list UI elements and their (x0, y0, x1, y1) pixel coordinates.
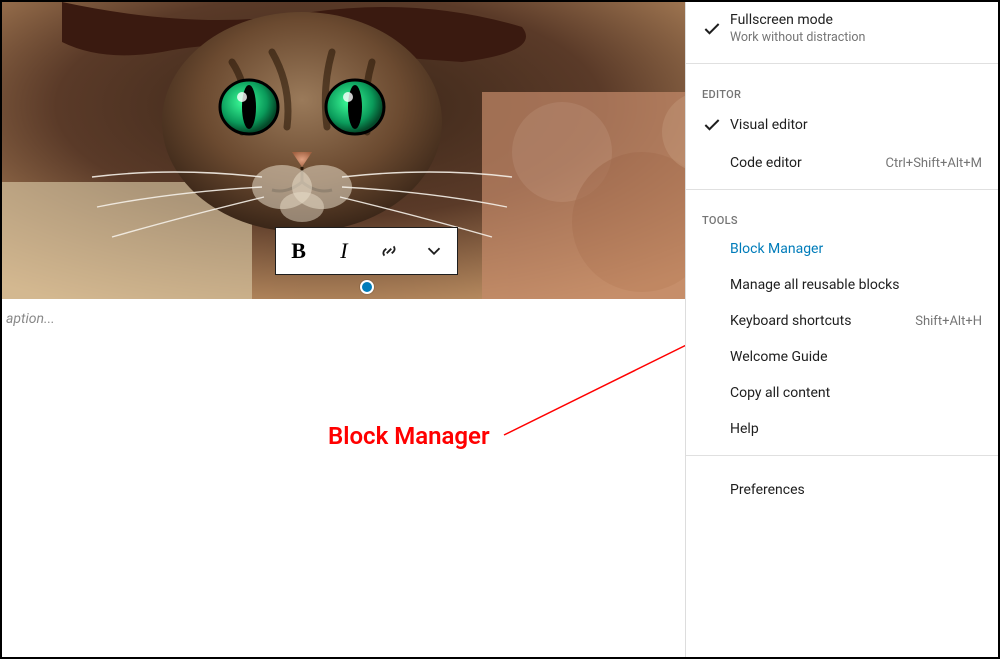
menu-item-title: Code editor (730, 155, 878, 171)
more-formatting-button[interactable] (412, 228, 457, 274)
annotation-label: Block Manager (328, 422, 490, 450)
group-label-tools: TOOLS (686, 198, 998, 231)
menu-item-title: Keyboard shortcuts (730, 313, 907, 329)
menu-item-preferences[interactable]: Preferences (686, 464, 998, 516)
menu-item-title: Copy all content (730, 385, 982, 401)
menu-item-block-manager[interactable]: Block Manager (686, 231, 998, 267)
menu-item-keyboard-shortcuts[interactable]: Keyboard shortcuts Shift+Alt+H (686, 303, 998, 339)
menu-item-title: Help (730, 421, 982, 437)
check-icon (702, 19, 730, 39)
menu-item-fullscreen[interactable]: Fullscreen mode Work without distraction (686, 2, 998, 55)
italic-button[interactable]: I (321, 228, 366, 274)
menu-item-title: Manage all reusable blocks (730, 277, 982, 293)
menu-item-desc: Work without distraction (730, 30, 982, 45)
link-button[interactable] (367, 228, 412, 274)
check-icon (702, 115, 730, 135)
group-label-editor: EDITOR (686, 72, 998, 105)
menu-item-title: Welcome Guide (730, 349, 982, 365)
menu-item-copy-all[interactable]: Copy all content (686, 375, 998, 411)
editor-canvas: B I aption... Block Manager (2, 2, 685, 657)
menu-item-title: Fullscreen mode (730, 12, 982, 28)
menu-item-shortcut: Ctrl+Shift+Alt+M (886, 156, 982, 171)
block-toolbar: B I (275, 227, 458, 275)
menu-item-shortcut: Shift+Alt+H (915, 314, 982, 329)
menu-item-title: Block Manager (730, 241, 982, 257)
menu-item-title: Preferences (730, 482, 982, 498)
menu-item-code-editor[interactable]: Code editor Ctrl+Shift+Alt+M (686, 145, 998, 181)
menu-item-welcome-guide[interactable]: Welcome Guide (686, 339, 998, 375)
image-resize-handle[interactable] (360, 280, 374, 294)
menu-item-help[interactable]: Help (686, 411, 998, 447)
chevron-down-icon (423, 240, 445, 262)
bold-button[interactable]: B (276, 228, 321, 274)
menu-item-title: Visual editor (730, 117, 982, 133)
options-menu: Fullscreen mode Work without distraction… (685, 2, 998, 657)
link-icon (378, 240, 400, 262)
image-caption-input[interactable]: aption... (4, 307, 57, 331)
menu-item-visual-editor[interactable]: Visual editor (686, 105, 998, 145)
menu-item-reusable-blocks[interactable]: Manage all reusable blocks (686, 267, 998, 303)
